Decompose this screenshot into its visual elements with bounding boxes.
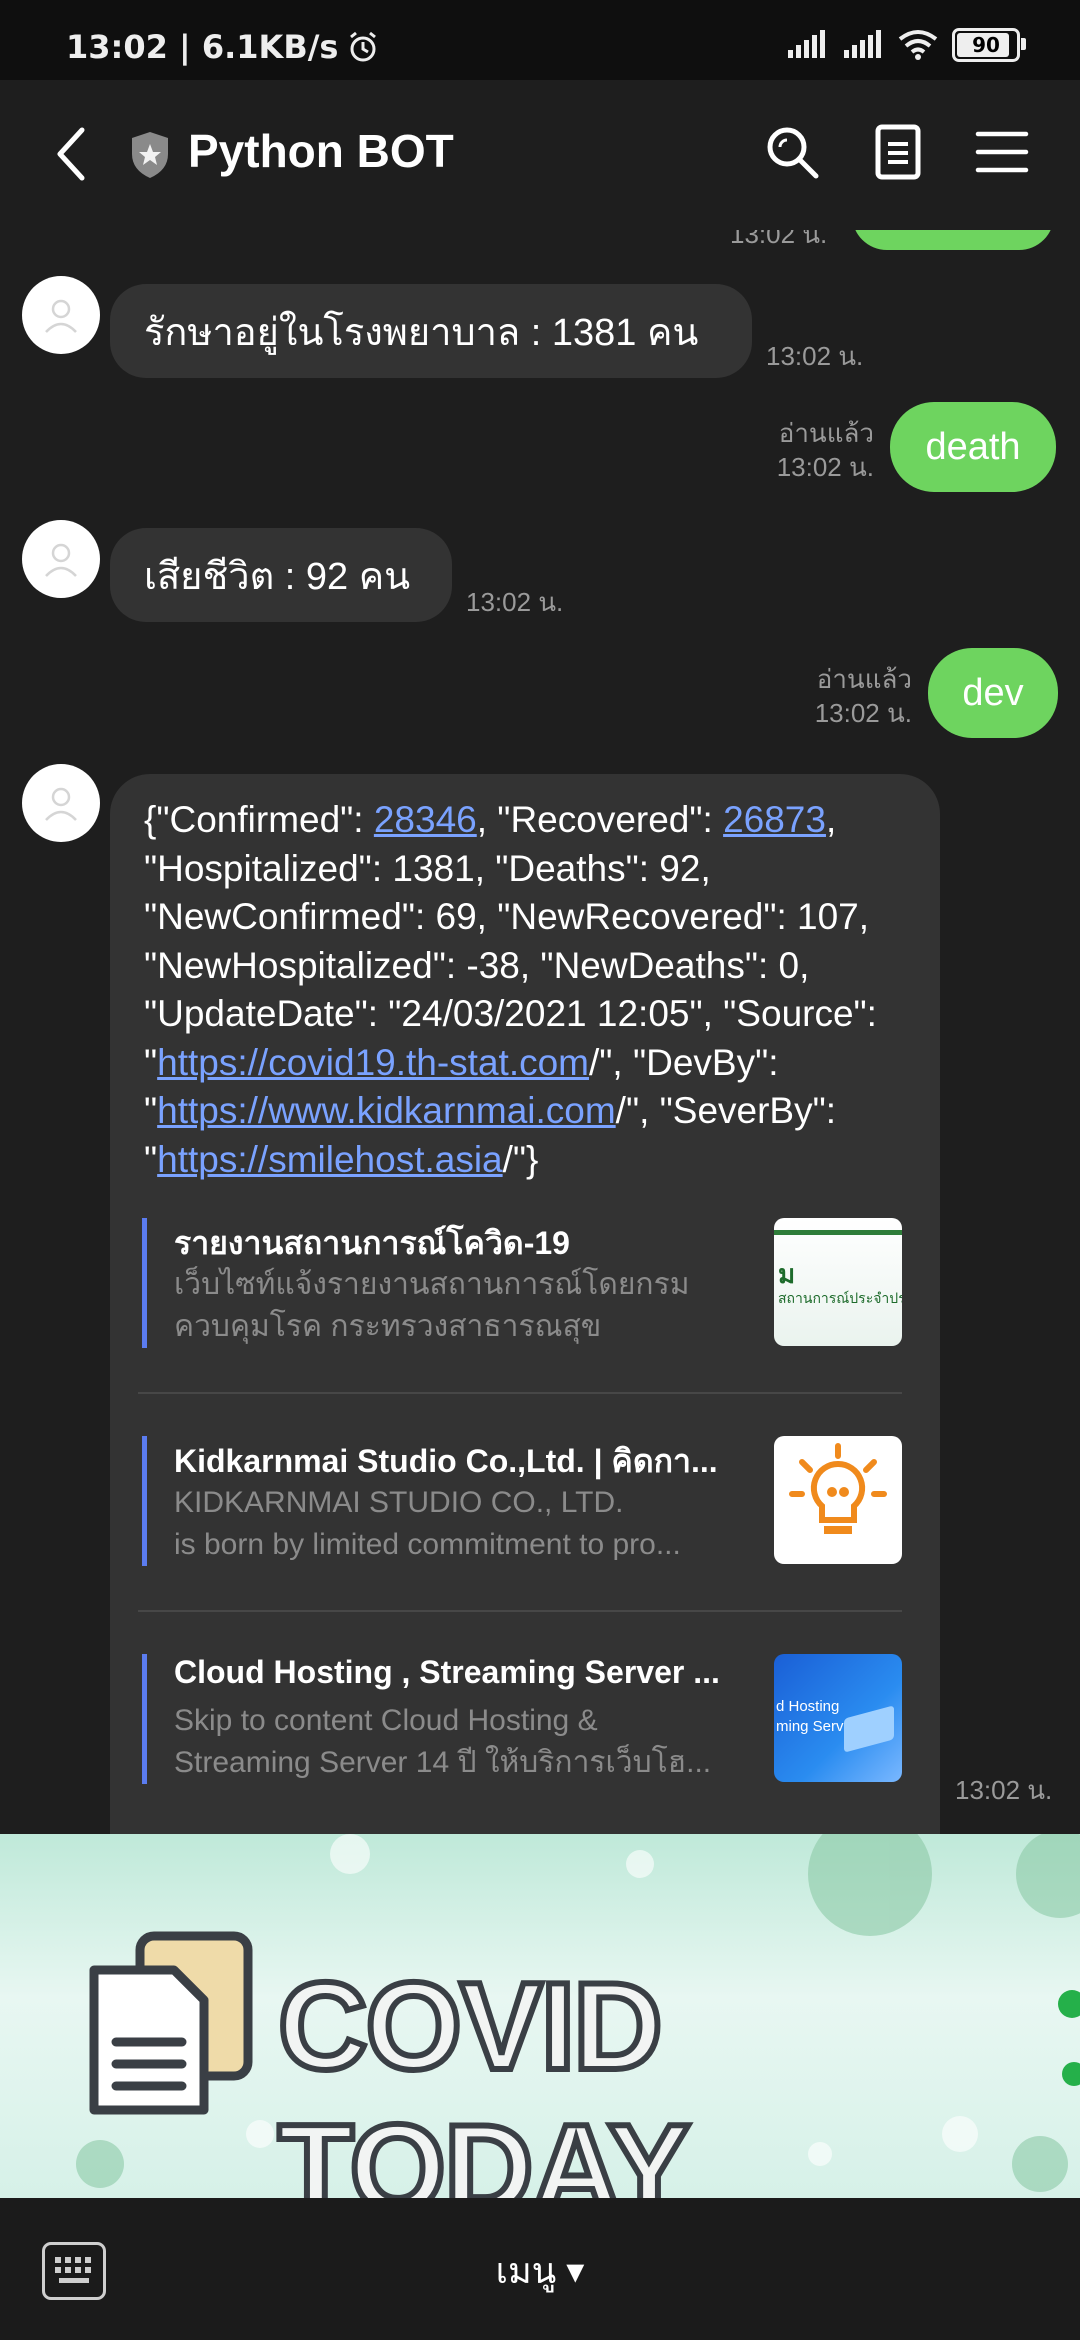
preview-title: Cloud Hosting , Streaming Server ... xyxy=(174,1654,720,1690)
link-source[interactable]: https://covid19.th-stat.com xyxy=(157,1042,589,1083)
message-bubble[interactable]: dev xyxy=(928,648,1058,738)
menu-icon[interactable] xyxy=(972,122,1032,182)
message-text: รักษาอยู่ในโรงพยาบาล : 1381 คน xyxy=(144,311,699,354)
message-text: เสียชีวิต : 92 คน xyxy=(144,555,411,598)
rich-menu-toggle[interactable]: เมนู ▾ xyxy=(0,2242,1080,2299)
wifi-icon xyxy=(898,30,938,60)
message-bubble[interactable]: death xyxy=(890,402,1056,492)
preview-thumbnail: ม สถานการณ์ประจำประเทศ xyxy=(774,1218,902,1346)
preview-accent-bar xyxy=(142,1654,147,1784)
link-severby[interactable]: https://smilehost.asia xyxy=(157,1139,502,1180)
message-bubble[interactable]: เสียชีวิต : 92 คน xyxy=(110,528,452,622)
battery-icon: 90 xyxy=(952,28,1026,62)
chat-header: Python BOT xyxy=(0,80,1080,230)
preview-thumbnail: d Hosting ming Server xyxy=(774,1654,902,1782)
user-icon xyxy=(45,543,77,577)
preview-divider xyxy=(138,1610,902,1612)
json-message-text: {"Confirmed": 28346, "Recovered": 26873,… xyxy=(144,799,877,1180)
rich-menu-banner[interactable]: COVID TODAY xyxy=(0,1834,1080,2198)
avatar[interactable] xyxy=(22,520,100,598)
user-icon xyxy=(45,787,77,821)
link-preview[interactable]: Cloud Hosting , Streaming Server ... Ski… xyxy=(138,1654,902,1784)
back-icon[interactable] xyxy=(48,124,98,184)
read-receipt: อ่านแล้ว 13:02 น. xyxy=(776,418,874,482)
preview-title: รายงานสถานการณ์โควิด-19 xyxy=(174,1225,570,1261)
message-time: 13:02 น. xyxy=(955,1775,1053,1805)
chat-area[interactable]: 13:02 น. รักษาอยู่ในโรงพยาบาล : 1381 คน … xyxy=(0,230,1080,1834)
bottom-bar: เมนู ▾ xyxy=(0,2198,1080,2340)
message-time-partial: 13:02 น. xyxy=(730,230,828,249)
status-bar: 13:02 | 6.1KB/s 90 xyxy=(0,0,1080,80)
avatar[interactable] xyxy=(22,764,100,842)
link-confirmed[interactable]: 28346 xyxy=(374,799,477,840)
search-icon[interactable] xyxy=(762,122,822,182)
status-time-speed: 13:02 | 6.1KB/s xyxy=(66,28,339,66)
message-text: death xyxy=(925,425,1021,468)
message-bubble[interactable]: รักษาอยู่ในโรงพยาบาล : 1381 คน xyxy=(110,284,752,378)
preview-accent-bar xyxy=(142,1218,147,1348)
document-icon xyxy=(89,1931,253,2115)
message-time: 13:02 น. xyxy=(466,587,564,617)
preview-title: Kidkarnmai Studio Co.,Ltd. | คิดกา... xyxy=(174,1443,718,1479)
preview-accent-bar xyxy=(142,1436,147,1566)
preview-divider xyxy=(138,1392,902,1394)
preview-description: Skip to content Cloud Hosting & Streamin… xyxy=(174,1704,712,1779)
message-text: dev xyxy=(962,671,1024,714)
read-receipt: อ่านแล้ว 13:02 น. xyxy=(814,664,912,728)
preview-description: KIDKARNMAI STUDIO CO., LTD. is born by l… xyxy=(174,1486,681,1561)
lightbulb-logo-icon xyxy=(789,1443,887,1534)
message-bubble-partial[interactable] xyxy=(852,230,1054,250)
chat-title: Python BOT xyxy=(188,125,454,177)
message-time: 13:02 น. xyxy=(766,341,864,371)
link-preview[interactable]: Kidkarnmai Studio Co.,Ltd. | คิดกา... KI… xyxy=(138,1436,902,1566)
preview-thumbnail xyxy=(774,1436,902,1564)
banner-title: COVID TODAY xyxy=(275,1955,693,2198)
avatar[interactable] xyxy=(22,276,100,354)
signal-icon xyxy=(788,30,825,58)
link-devby[interactable]: https://www.kidkarnmai.com xyxy=(157,1090,616,1131)
json-message-bubble[interactable]: {"Confirmed": 28346, "Recovered": 26873,… xyxy=(110,774,940,1834)
alarm-icon xyxy=(350,31,377,62)
shield-star-icon xyxy=(132,132,168,178)
notes-icon[interactable] xyxy=(868,122,928,182)
user-icon xyxy=(45,299,77,333)
signal-icon-2 xyxy=(844,30,881,58)
link-preview[interactable]: รายงานสถานการณ์โควิด-19 เว็บไซท์แจ้งรายง… xyxy=(138,1218,902,1348)
link-recovered[interactable]: 26873 xyxy=(723,799,826,840)
preview-description: เว็บไซท์แจ้งรายงานสถานการณ์โดยกรม ควบคุม… xyxy=(174,1268,690,1343)
